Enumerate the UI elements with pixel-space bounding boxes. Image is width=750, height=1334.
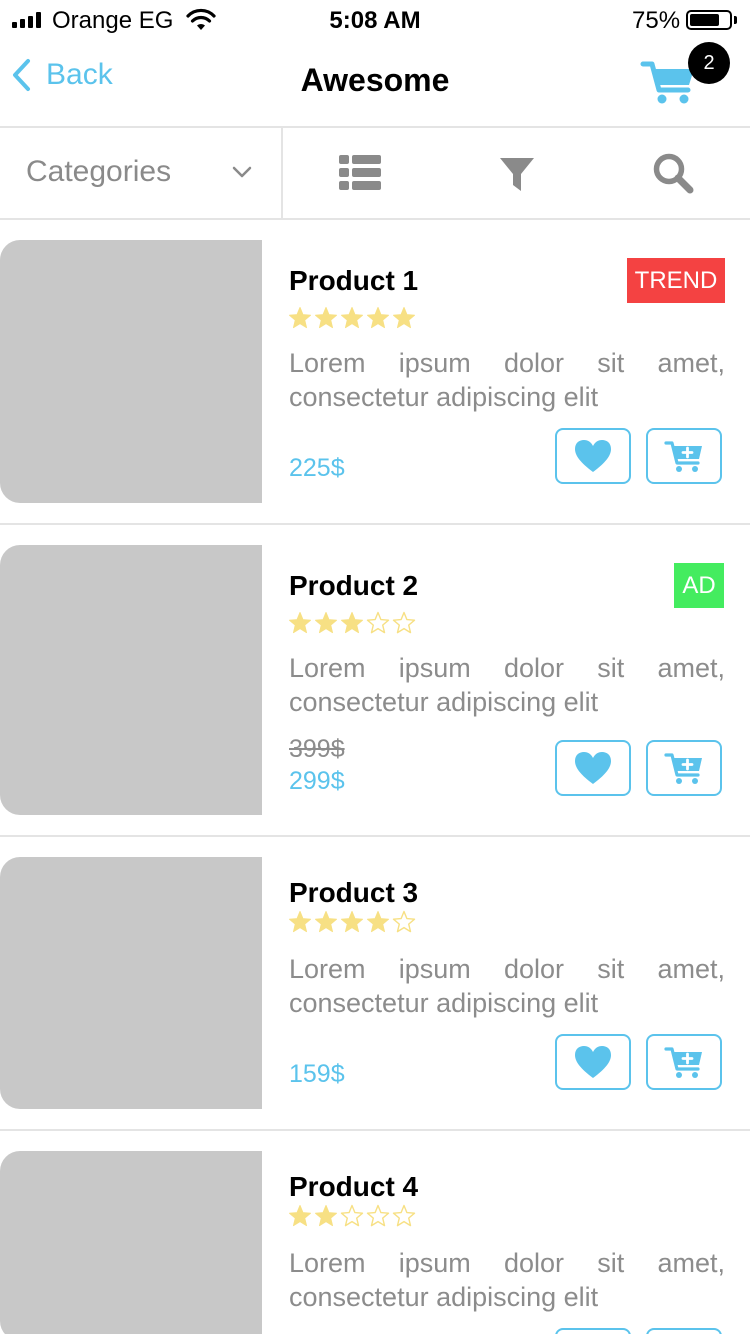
product-name: Product 2 <box>289 570 419 601</box>
product-card[interactable]: Product 2 AD Lorem ipsum dolor sit amet,… <box>0 525 750 837</box>
star-filled-icon <box>367 911 389 933</box>
star-filled-icon <box>315 612 337 634</box>
product-description: Lorem ipsum dolor sit amet, consectetur … <box>289 952 725 1020</box>
product-card[interactable]: Product 3 Lorem ipsum dolor sit amet, co… <box>0 837 750 1131</box>
rating-stars <box>288 611 416 635</box>
rating-stars <box>288 1204 416 1228</box>
description-line: Lorem ipsum dolor sit amet, <box>289 653 725 683</box>
battery-percent: 75% <box>632 7 681 34</box>
star-empty-icon <box>366 611 390 634</box>
star-empty-icon <box>340 1204 364 1227</box>
price: 159$ <box>289 1060 345 1088</box>
star-filled-icon <box>289 307 311 329</box>
star-filled-icon <box>341 307 363 329</box>
product-image <box>0 545 262 815</box>
list-icon[interactable] <box>337 150 383 196</box>
product-card[interactable]: Product 4 Lorem ipsum dolor sit amet, co… <box>0 1131 750 1334</box>
rating-stars <box>288 910 416 934</box>
categories-dropdown[interactable]: Categories <box>0 128 283 218</box>
product-card[interactable]: Product 1 TREND Lorem ipsum dolor sit am… <box>0 220 750 525</box>
star-filled-icon <box>341 911 363 933</box>
add-to-cart-button[interactable] <box>646 1034 722 1090</box>
description-line: Lorem ipsum dolor sit amet, <box>289 1248 725 1278</box>
ad-badge: AD <box>674 563 724 608</box>
description-line: Lorem ipsum dolor sit amet, <box>289 348 725 378</box>
page-title: Awesome <box>300 62 450 98</box>
star-filled-icon <box>315 911 337 933</box>
heart-icon <box>575 440 611 472</box>
battery-fill <box>690 14 719 26</box>
search-icon[interactable] <box>650 150 696 196</box>
star-filled-icon <box>341 612 363 634</box>
description-line: consectetur adipiscing elit <box>289 687 599 717</box>
product-image <box>0 857 262 1109</box>
product-name: Product 3 <box>289 877 419 908</box>
price: 225$ <box>289 454 345 482</box>
product-name: Product 4 <box>289 1171 419 1202</box>
trend-badge: TREND <box>627 258 725 303</box>
price: 299$ <box>289 767 345 795</box>
nav-bar: Back Awesome 2 <box>0 40 750 128</box>
product-name: Product 1 <box>289 265 419 296</box>
description-line: consectetur adipiscing elit <box>289 988 599 1018</box>
favorite-button[interactable] <box>555 1034 631 1090</box>
product-description: Lorem ipsum dolor sit amet, consectetur … <box>289 346 725 414</box>
categories-label: Categories <box>26 155 172 188</box>
add-to-cart-icon <box>664 1047 702 1078</box>
star-empty-icon <box>366 1204 390 1227</box>
filter-icon[interactable] <box>494 150 540 196</box>
rating-stars <box>288 306 416 330</box>
add-to-cart-button[interactable] <box>646 428 722 484</box>
star-filled-icon <box>289 911 311 933</box>
add-to-cart-icon <box>664 753 702 784</box>
star-filled-icon <box>393 307 415 329</box>
product-image <box>0 1151 262 1334</box>
status-bar: Orange EG 5:08 AM 75% <box>0 0 750 40</box>
star-empty-icon <box>392 910 416 933</box>
add-to-cart-button[interactable] <box>646 1328 722 1334</box>
favorite-button[interactable] <box>555 1328 631 1334</box>
star-filled-icon <box>315 1205 337 1227</box>
add-to-cart-icon <box>664 441 702 472</box>
star-filled-icon <box>289 612 311 634</box>
product-description: Lorem ipsum dolor sit amet, consectetur … <box>289 651 725 719</box>
description-line: consectetur adipiscing elit <box>289 382 599 412</box>
old-price: 399$ <box>289 735 345 763</box>
description-line: consectetur adipiscing elit <box>289 1282 599 1312</box>
product-image <box>0 240 262 503</box>
add-to-cart-button[interactable] <box>646 740 722 796</box>
star-filled-icon <box>315 307 337 329</box>
chevron-down-icon <box>232 166 252 178</box>
favorite-button[interactable] <box>555 740 631 796</box>
product-description: Lorem ipsum dolor sit amet, consectetur … <box>289 1246 725 1314</box>
star-filled-icon <box>367 307 389 329</box>
toolbar: Categories <box>0 128 750 220</box>
battery-icon <box>686 10 732 30</box>
star-empty-icon <box>392 611 416 634</box>
star-filled-icon <box>289 1205 311 1227</box>
heart-icon <box>575 1046 611 1078</box>
description-line: Lorem ipsum dolor sit amet, <box>289 954 725 984</box>
favorite-button[interactable] <box>555 428 631 484</box>
heart-icon <box>575 752 611 784</box>
star-empty-icon <box>392 1204 416 1227</box>
cart-count-badge: 2 <box>688 42 730 84</box>
battery-nub <box>734 16 737 24</box>
